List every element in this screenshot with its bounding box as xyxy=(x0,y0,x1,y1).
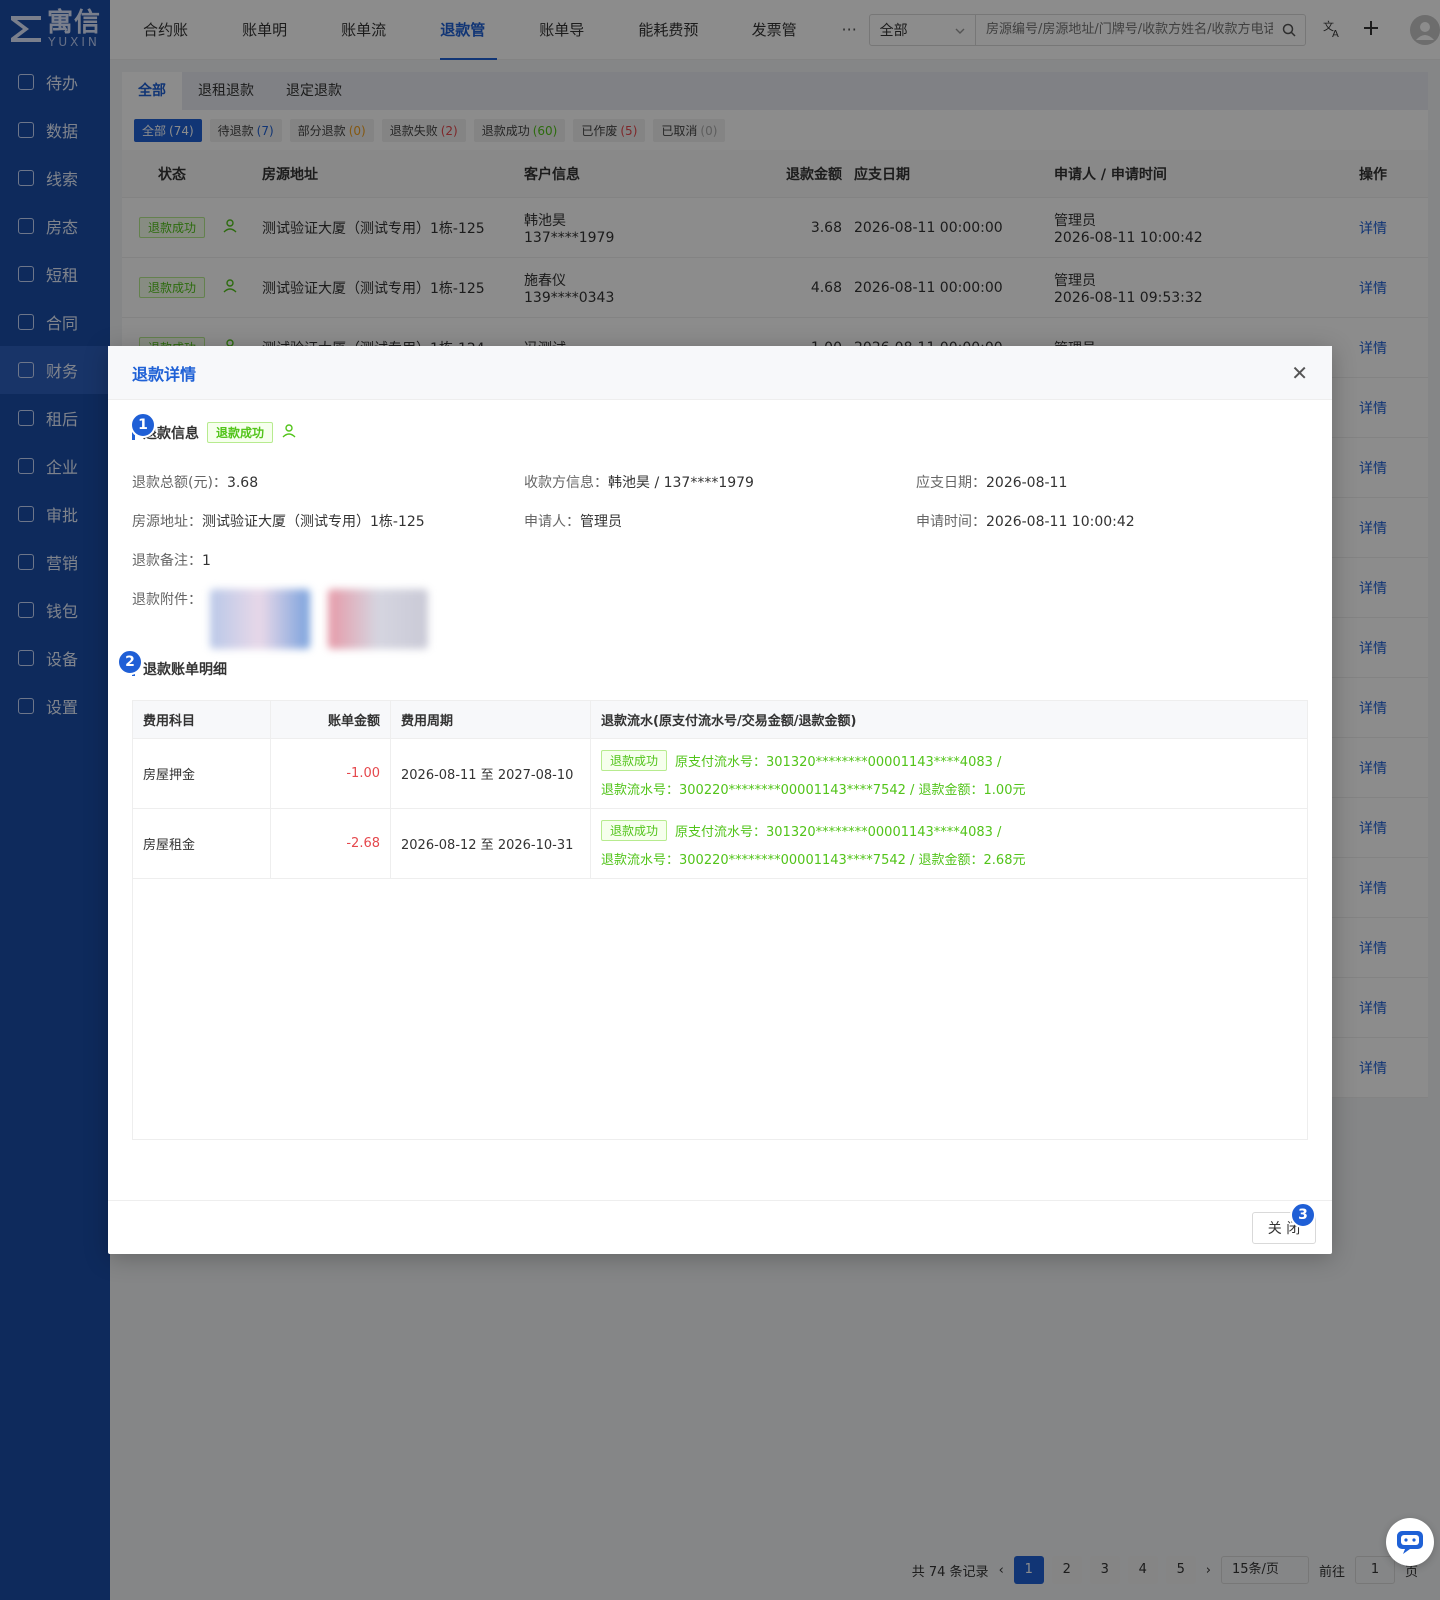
flow-line: 退款流水号：300220********00001143****7542 / 退… xyxy=(601,849,1307,868)
modal-title: 退款详情 xyxy=(132,364,197,384)
fee-period: 2026-08-12 至 2026-10-31 xyxy=(391,809,591,878)
total-label: 退款总额(元)： xyxy=(132,474,227,491)
attachment-thumb[interactable] xyxy=(328,589,428,649)
refund-flow: 退款成功 原支付流水号：301320********00001143****408… xyxy=(591,809,1307,878)
attachment-thumb[interactable] xyxy=(210,589,310,649)
flow-line: 退款成功 原支付流水号：301320********00001143****408… xyxy=(601,819,1307,841)
refund-info-grid: 退款总额(元)：3.68 收款方信息：韩池昊 / 137****1979 应支日… xyxy=(132,462,1308,649)
apply-time-label: 申请时间： xyxy=(916,513,986,530)
detail-section-head: 退款账单明细 xyxy=(132,659,227,679)
refund-flow-no: 退款流水号：300220********00001143****7542 / 退… xyxy=(601,782,1026,798)
apply-time-value: 2026-08-11 10:00:42 xyxy=(986,513,1135,530)
section-title-bill-detail: 退款账单明细 xyxy=(143,662,227,678)
chat-bot-icon xyxy=(1397,1531,1423,1554)
due-value: 2026-08-11 xyxy=(986,474,1068,491)
user-stamp-icon[interactable] xyxy=(281,423,297,443)
flow-status-badge: 退款成功 xyxy=(601,749,668,771)
remark-label: 退款备注： xyxy=(132,552,202,569)
status-badge: 退款成功 xyxy=(207,422,274,443)
applicant-label: 申请人： xyxy=(524,513,580,530)
refund-bill-table: 费用科目 账单金额 费用周期 退款流水(原支付流水号/交易金额/退款金额) 房屋… xyxy=(132,700,1308,1140)
detail-header-period: 费用周期 xyxy=(391,701,591,738)
address-label: 房源地址： xyxy=(132,513,202,530)
detail-header-flow: 退款流水(原支付流水号/交易金额/退款金额) xyxy=(601,714,857,729)
payee-value: 韩池昊 / 137****1979 xyxy=(608,474,754,491)
refund-flow: 退款成功 原支付流水号：301320********00001143****408… xyxy=(591,739,1307,808)
bill-amount: -1.00 xyxy=(271,739,391,808)
original-flow-no: 原支付流水号：301320********00001143****4083 / xyxy=(675,754,1002,770)
step-badge-3: 3 xyxy=(1290,1202,1316,1228)
modal-footer: 关 闭 xyxy=(108,1200,1332,1254)
detail-header-item: 费用科目 xyxy=(133,701,271,738)
step-badge-2: 2 xyxy=(117,649,143,675)
detail-row: 房屋押金 -1.00 2026-08-11 至 2027-08-10 退款成功 原支付流… xyxy=(133,739,1307,809)
fee-item: 房屋押金 xyxy=(133,739,271,808)
refund-info-section-head: 退款信息 退款成功 xyxy=(132,422,297,443)
flow-status-badge: 退款成功 xyxy=(601,819,668,841)
flow-line: 退款成功 原支付流水号：301320********00001143****408… xyxy=(601,749,1307,771)
total-value: 3.68 xyxy=(226,474,259,491)
refund-flow-no: 退款流水号：300220********00001143****7542 / 退… xyxy=(601,852,1026,868)
flow-line: 退款流水号：300220********00001143****7542 / 退… xyxy=(601,779,1307,798)
payee-label: 收款方信息： xyxy=(524,474,608,491)
address-value: 测试验证大厦（测试专用）1栋-125 xyxy=(202,513,425,530)
modal-header: 退款详情 ✕ xyxy=(108,346,1332,400)
due-label: 应支日期： xyxy=(916,474,986,491)
detail-row: 房屋租金 -2.68 2026-08-12 至 2026-10-31 退款成功 原支付流… xyxy=(133,809,1307,879)
step-badge-1: 1 xyxy=(130,412,156,438)
fee-item: 房屋租金 xyxy=(133,809,271,878)
applicant-value: 管理员 xyxy=(580,513,622,530)
fee-period: 2026-08-11 至 2027-08-10 xyxy=(391,739,591,808)
remark-value: 1 xyxy=(202,552,211,569)
close-icon[interactable]: ✕ xyxy=(1291,363,1308,383)
original-flow-no: 原支付流水号：301320********00001143****4083 / xyxy=(675,824,1002,840)
attach-label: 退款附件： xyxy=(132,592,202,608)
chat-assistant-button[interactable] xyxy=(1386,1518,1434,1566)
detail-table-header: 费用科目 账单金额 费用周期 退款流水(原支付流水号/交易金额/退款金额) xyxy=(133,701,1307,739)
detail-header-amount: 账单金额 xyxy=(271,701,391,738)
refund-detail-modal: 退款详情 ✕ 退款信息 退款成功 1 退款总额(元)：3.68 收款方信息：韩池… xyxy=(108,346,1332,1254)
bill-amount: -2.68 xyxy=(271,809,391,878)
